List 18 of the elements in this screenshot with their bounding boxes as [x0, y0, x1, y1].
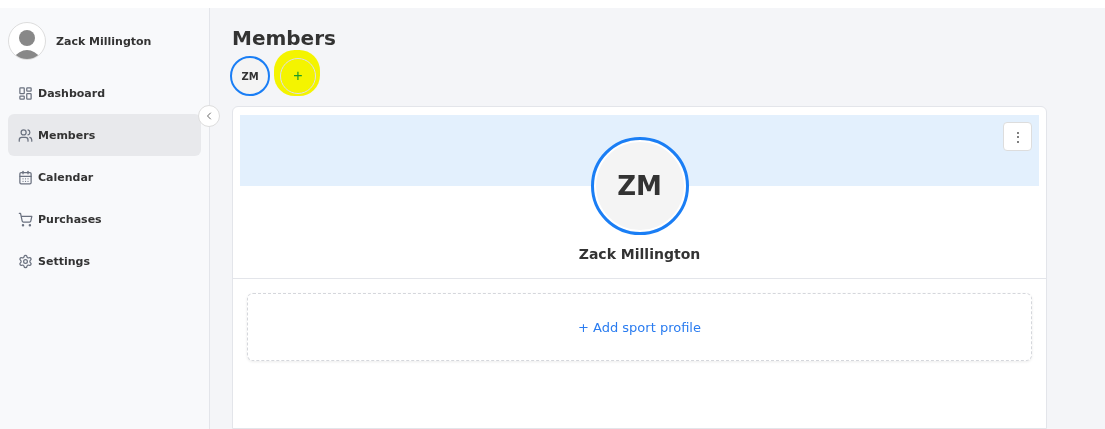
- sidebar-item[interactable]: Calendar: [8, 156, 201, 198]
- sidebar-item[interactable]: Dashboard: [8, 72, 201, 114]
- dashboard-icon: [18, 85, 33, 101]
- member-avatar: ZM: [590, 137, 689, 235]
- people-icon: [18, 127, 33, 143]
- member-name: Zack Millington: [577, 246, 702, 262]
- settings-icon: [18, 253, 33, 269]
- page-title: Members: [232, 26, 337, 50]
- sidebar-item[interactable]: Members: [8, 114, 201, 156]
- sidebar-item[interactable]: Purchases: [8, 198, 201, 240]
- sidebar-item[interactable]: Settings: [8, 240, 201, 282]
- avatar-silhouette-icon: [8, 22, 46, 60]
- add-sport-profile-button[interactable]: + Add sport profile: [247, 293, 1032, 361]
- cart-icon: [18, 211, 33, 227]
- calendar-icon: [18, 169, 33, 185]
- member-avatar[interactable]: ZM: [230, 56, 270, 96]
- more-button[interactable]: ⋮: [1003, 122, 1032, 151]
- user-name: Zack Millington: [56, 34, 152, 48]
